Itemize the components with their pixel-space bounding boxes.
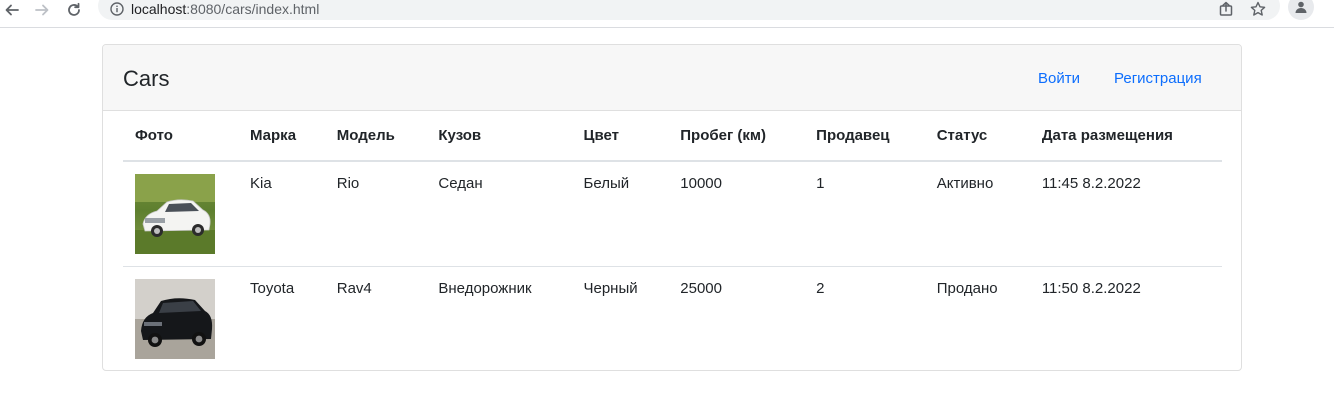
cell-mileage: 25000	[680, 279, 722, 297]
url-host: localhost	[131, 1, 187, 17]
cell-color: Черный	[583, 279, 638, 297]
column-header-date: Дата размещения	[1029, 111, 1222, 162]
forward-arrow-icon[interactable]	[32, 0, 52, 20]
star-icon[interactable]	[1250, 1, 1266, 22]
column-header-mileage: Пробег (км)	[668, 111, 805, 162]
back-arrow-icon[interactable]	[2, 0, 22, 20]
cell-mileage: 10000	[668, 161, 805, 267]
register-link[interactable]: Регистрация	[1114, 69, 1202, 89]
cell-status: Активно	[924, 161, 1030, 267]
column-header-status: Статус	[924, 111, 1030, 162]
cars-card: Cars Войти Регистрация Фото Марка Модель…	[102, 44, 1242, 371]
cell-color: Белый	[571, 161, 669, 267]
car-photo	[135, 278, 215, 359]
cell-status: Продано	[936, 279, 998, 297]
info-icon[interactable]	[110, 2, 124, 21]
cell-body: Внедорожник	[438, 279, 532, 297]
brand-title[interactable]: Cars	[123, 65, 169, 93]
navbar: Cars Войти Регистрация	[103, 45, 1241, 111]
share-icon[interactable]	[1218, 1, 1234, 22]
column-header-seller: Продавец	[804, 111, 925, 162]
cell-seller: 1	[804, 161, 925, 267]
profile-avatar-icon[interactable]	[1288, 0, 1314, 20]
url-text[interactable]: localhost:8080/cars/index.html	[131, 1, 319, 17]
cell-seller: 2	[816, 279, 825, 297]
photo-cell	[123, 161, 238, 267]
browser-toolbar: localhost:8080/cars/index.html	[0, 0, 1334, 28]
login-link[interactable]: Войти	[1038, 69, 1080, 89]
cell-date: 11:45 8.2.2022	[1029, 161, 1222, 267]
cell-make: Kia	[238, 161, 325, 267]
column-header-color: Цвет	[571, 111, 669, 162]
column-header-photo: Фото	[123, 111, 238, 162]
cell-date: 11:50 8.2.2022	[1041, 279, 1141, 297]
reload-icon[interactable]	[64, 0, 84, 20]
photo-cell	[123, 266, 238, 370]
cell-model: Rio	[324, 161, 427, 267]
cell-make: Toyota	[250, 279, 295, 297]
table-row: Toyota Rav4 Внедорожник Черный 25000 2 П…	[123, 266, 1222, 370]
column-header-model: Модель	[324, 111, 427, 162]
column-header-body: Кузов	[426, 111, 572, 162]
address-bar[interactable]: localhost:8080/cars/index.html	[98, 0, 1280, 20]
car-photo	[135, 174, 215, 254]
cell-model: Rav4	[336, 279, 372, 297]
table-row: Kia Rio Седан Белый 10000 1 Активно 11:4…	[123, 161, 1222, 267]
cell-body: Седан	[426, 161, 572, 267]
cars-table: Фото Марка Модель Кузов Цвет Пробег (км)…	[123, 111, 1222, 370]
table-header-row: Фото Марка Модель Кузов Цвет Пробег (км)…	[123, 111, 1222, 162]
column-header-make: Марка	[238, 111, 325, 162]
url-path: :8080/cars/index.html	[186, 1, 320, 17]
